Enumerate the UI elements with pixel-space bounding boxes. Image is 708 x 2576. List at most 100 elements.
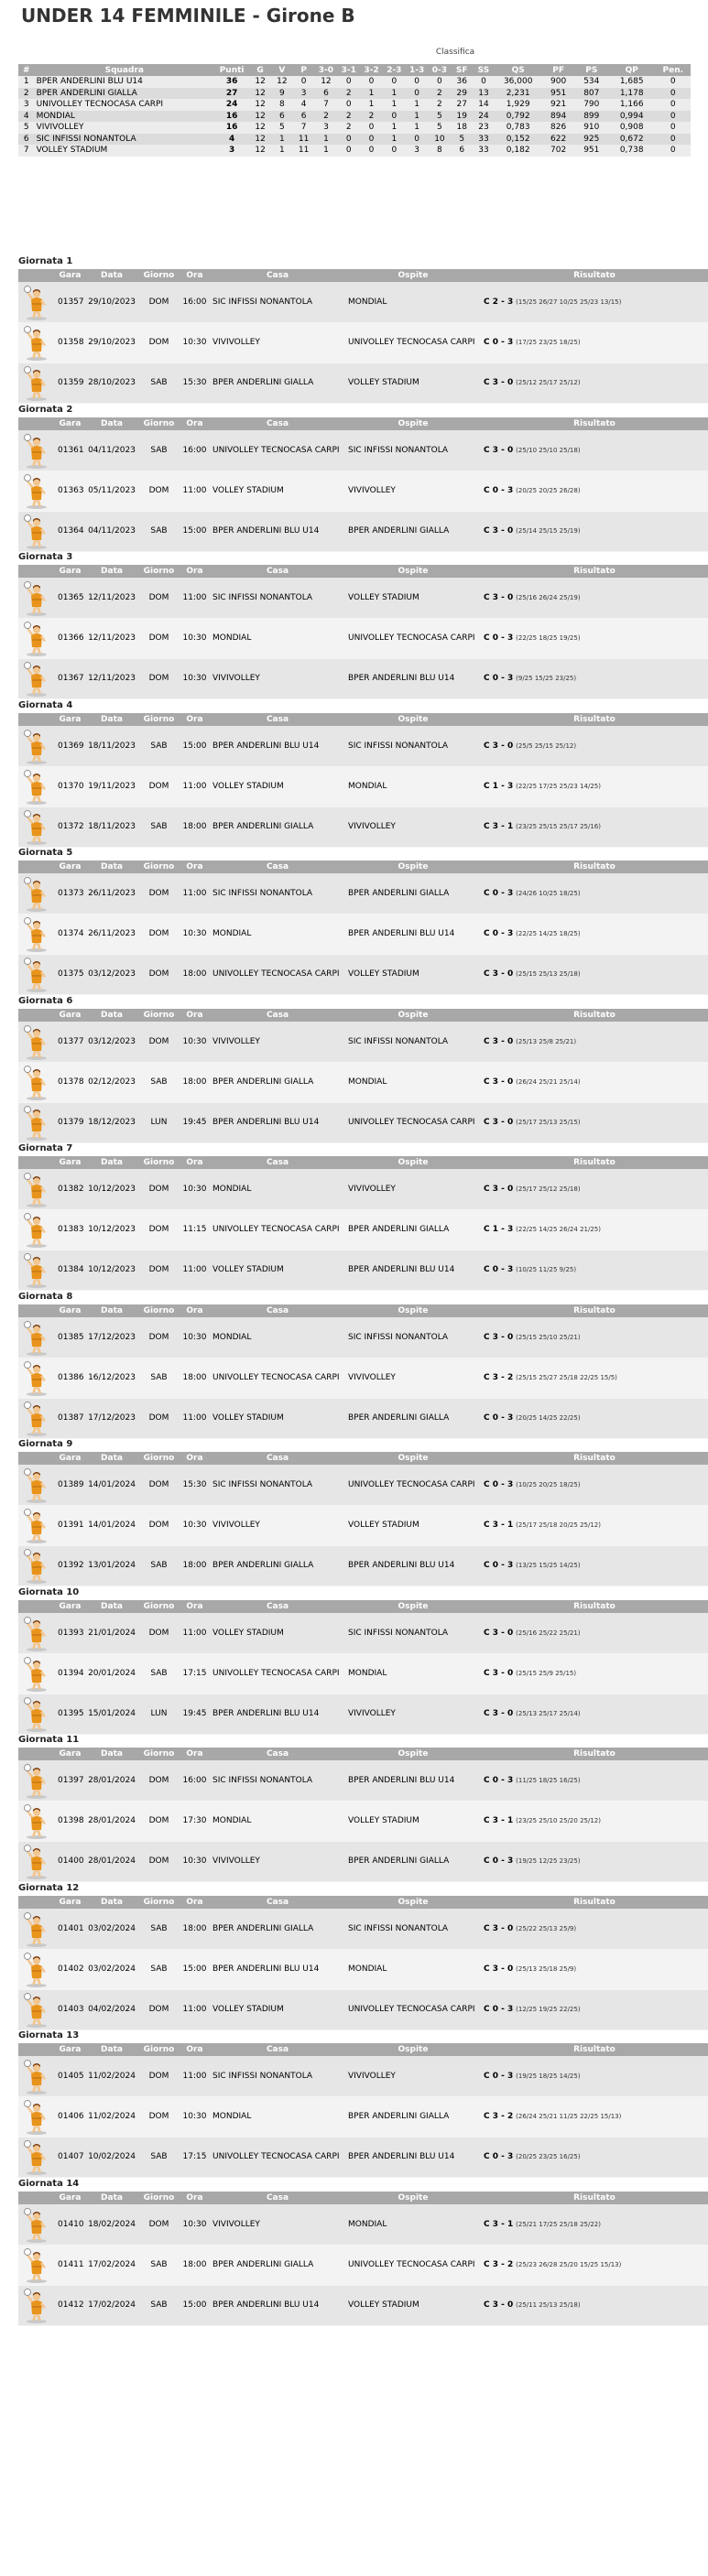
- match-result[interactable]: C 3 - 0 (25/11 25/13 25/18): [481, 2285, 708, 2326]
- match-result[interactable]: C 3 - 0 (25/12 25/17 25/12): [481, 363, 708, 404]
- match-row[interactable]: 01359 28/10/2023 SAB 15:30 BPER ANDERLINI GI…: [18, 363, 708, 404]
- home-team[interactable]: SIC INFISSI NONANTOLA: [210, 282, 345, 323]
- match-result[interactable]: C 0 - 3 (10/25 20/25 18/25): [481, 1465, 708, 1506]
- away-team[interactable]: MONDIAL: [345, 1949, 481, 1990]
- match-result[interactable]: C 0 - 3 (20/25 23/25 16/25): [481, 2137, 708, 2178]
- match-result[interactable]: C 2 - 3 (15/25 26/27 10/25 25/23 13/15): [481, 282, 708, 323]
- home-team[interactable]: SIC INFISSI NONANTOLA: [210, 1760, 345, 1802]
- away-team[interactable]: MONDIAL: [345, 766, 481, 807]
- away-team[interactable]: SIC INFISSI NONANTOLA: [345, 1022, 481, 1063]
- home-team[interactable]: UNIVOLLEY TECNOCASA CARPI: [210, 954, 345, 995]
- match-row[interactable]: 01366 12/11/2023 DOM 10:30 MONDIAL UNIVOLLEY …: [18, 618, 708, 659]
- home-team[interactable]: VOLLEY STADIUM: [210, 471, 345, 512]
- match-result[interactable]: C 3 - 2 (26/24 25/21 11/25 22/25 15/13): [481, 2096, 708, 2138]
- home-team[interactable]: BPER ANDERLINI BLU U14: [210, 1694, 345, 1735]
- home-team[interactable]: VOLLEY STADIUM: [210, 1250, 345, 1291]
- match-result[interactable]: C 3 - 0 (25/14 25/15 25/19): [481, 511, 708, 552]
- match-row[interactable]: 01401 03/02/2024 SAB 18:00 BPER ANDERLINI GI…: [18, 1909, 708, 1950]
- match-result[interactable]: C 0 - 3 (19/25 12/25 23/25): [481, 1841, 708, 1882]
- match-result[interactable]: C 0 - 3 (12/25 19/25 22/25): [481, 1989, 708, 2030]
- match-result[interactable]: C 3 - 0 (25/17 25/12 25/18): [481, 1169, 708, 1210]
- match-result[interactable]: C 3 - 0 (25/15 25/13 25/18): [481, 954, 708, 995]
- home-team[interactable]: SIC INFISSI NONANTOLA: [210, 578, 345, 619]
- home-team[interactable]: BPER ANDERLINI GIALLA: [210, 806, 345, 848]
- match-row[interactable]: 01386 16/12/2023 SAB 18:00 UNIVOLLEY TECNOCA…: [18, 1358, 708, 1399]
- away-team[interactable]: VOLLEY STADIUM: [345, 578, 481, 619]
- home-team[interactable]: VIVIVOLLEY: [210, 1841, 345, 1882]
- team-name[interactable]: SIC INFISSI NONANTOLA: [34, 133, 214, 145]
- match-row[interactable]: 01383 10/12/2023 DOM 11:15 UNIVOLLEY TECNOCA…: [18, 1209, 708, 1250]
- match-row[interactable]: 01392 13/01/2024 SAB 18:00 BPER ANDERLINI GI…: [18, 1545, 708, 1586]
- match-row[interactable]: 01389 14/01/2024 DOM 15:30 SIC INFISSI NONAN…: [18, 1465, 708, 1506]
- away-team[interactable]: BPER ANDERLINI BLU U14: [345, 914, 481, 955]
- match-row[interactable]: 01400 28/01/2024 DOM 10:30 VIVIVOLLEY BPER AN…: [18, 1841, 708, 1882]
- away-team[interactable]: VOLLEY STADIUM: [345, 363, 481, 404]
- home-team[interactable]: VOLLEY STADIUM: [210, 1398, 345, 1439]
- match-row[interactable]: 01410 18/02/2024 DOM 10:30 VIVIVOLLEY MONDIAL…: [18, 2204, 708, 2246]
- match-result[interactable]: C 3 - 1 (25/17 25/18 20/25 25/12): [481, 1505, 708, 1546]
- home-team[interactable]: VOLLEY STADIUM: [210, 1613, 345, 1654]
- away-team[interactable]: UNIVOLLEY TECNOCASA CARPI: [345, 2245, 481, 2286]
- match-row[interactable]: 01373 26/11/2023 DOM 11:00 SIC INFISSI NONAN…: [18, 873, 708, 915]
- team-name[interactable]: BPER ANDERLINI GIALLA: [34, 87, 214, 99]
- away-team[interactable]: VOLLEY STADIUM: [345, 1801, 481, 1842]
- home-team[interactable]: BPER ANDERLINI BLU U14: [210, 1949, 345, 1990]
- home-team[interactable]: BPER ANDERLINI BLU U14: [210, 726, 345, 767]
- match-result[interactable]: C 3 - 0 (25/22 25/13 25/9): [481, 1909, 708, 1950]
- match-result[interactable]: C 0 - 3 (20/25 20/25 26/28): [481, 471, 708, 512]
- match-result[interactable]: C 0 - 3 (10/25 11/25 9/25): [481, 1250, 708, 1291]
- home-team[interactable]: VIVIVOLLEY: [210, 1022, 345, 1063]
- away-team[interactable]: BPER ANDERLINI GIALLA: [345, 511, 481, 552]
- match-row[interactable]: 01412 17/02/2024 SAB 15:00 BPER ANDERLINI BL…: [18, 2285, 708, 2326]
- away-team[interactable]: BPER ANDERLINI GIALLA: [345, 1209, 481, 1250]
- match-row[interactable]: 01369 18/11/2023 SAB 15:00 BPER ANDERLINI BL…: [18, 726, 708, 767]
- match-result[interactable]: C 1 - 3 (22/25 17/25 25/23 14/25): [481, 766, 708, 807]
- home-team[interactable]: UNIVOLLEY TECNOCASA CARPI: [210, 430, 345, 471]
- match-row[interactable]: 01372 18/11/2023 SAB 18:00 BPER ANDERLINI GI…: [18, 806, 708, 848]
- away-team[interactable]: MONDIAL: [345, 282, 481, 323]
- match-row[interactable]: 01402 03/02/2024 SAB 15:00 BPER ANDERLINI BL…: [18, 1949, 708, 1990]
- away-team[interactable]: VOLLEY STADIUM: [345, 1505, 481, 1546]
- away-team[interactable]: BPER ANDERLINI GIALLA: [345, 873, 481, 915]
- away-team[interactable]: VOLLEY STADIUM: [345, 2285, 481, 2326]
- home-team[interactable]: UNIVOLLEY TECNOCASA CARPI: [210, 1653, 345, 1694]
- match-row[interactable]: 01379 18/12/2023 LUN 19:45 BPER ANDERLINI BL…: [18, 1102, 708, 1143]
- match-result[interactable]: C 3 - 0 (25/5 25/15 25/12): [481, 726, 708, 767]
- match-row[interactable]: 01387 17/12/2023 DOM 11:00 VOLLEY STADIUM BPE…: [18, 1398, 708, 1439]
- match-result[interactable]: C 0 - 3 (22/25 14/25 18/25): [481, 914, 708, 955]
- away-team[interactable]: UNIVOLLEY TECNOCASA CARPI: [345, 618, 481, 659]
- team-name[interactable]: MONDIAL: [34, 110, 214, 122]
- home-team[interactable]: UNIVOLLEY TECNOCASA CARPI: [210, 2137, 345, 2178]
- away-team[interactable]: VIVIVOLLEY: [345, 2056, 481, 2097]
- match-result[interactable]: C 3 - 0 (25/16 25/22 25/21): [481, 1613, 708, 1654]
- match-row[interactable]: 01382 10/12/2023 DOM 10:30 MONDIAL VIVIVOLLEY…: [18, 1169, 708, 1210]
- match-row[interactable]: 01385 17/12/2023 DOM 10:30 MONDIAL SIC INFISS…: [18, 1317, 708, 1358]
- home-team[interactable]: VOLLEY STADIUM: [210, 766, 345, 807]
- match-row[interactable]: 01407 10/02/2024 SAB 17:15 UNIVOLLEY TECNOCA…: [18, 2137, 708, 2178]
- match-result[interactable]: C 3 - 0 (25/13 25/18 25/9): [481, 1949, 708, 1990]
- away-team[interactable]: VIVIVOLLEY: [345, 1169, 481, 1210]
- match-row[interactable]: 01364 04/11/2023 SAB 15:00 BPER ANDERLINI BL…: [18, 511, 708, 552]
- away-team[interactable]: UNIVOLLEY TECNOCASA CARPI: [345, 1989, 481, 2030]
- away-team[interactable]: SIC INFISSI NONANTOLA: [345, 1317, 481, 1358]
- match-row[interactable]: 01365 12/11/2023 DOM 11:00 SIC INFISSI NONAN…: [18, 578, 708, 619]
- home-team[interactable]: UNIVOLLEY TECNOCASA CARPI: [210, 1209, 345, 1250]
- home-team[interactable]: BPER ANDERLINI BLU U14: [210, 511, 345, 552]
- home-team[interactable]: MONDIAL: [210, 1317, 345, 1358]
- match-row[interactable]: 01358 29/10/2023 DOM 10:30 VIVIVOLLEY UNIVOLL…: [18, 322, 708, 363]
- match-result[interactable]: C 3 - 0 (25/13 25/8 25/21): [481, 1022, 708, 1063]
- away-team[interactable]: MONDIAL: [345, 2204, 481, 2246]
- away-team[interactable]: BPER ANDERLINI BLU U14: [345, 2137, 481, 2178]
- match-row[interactable]: 01394 20/01/2024 SAB 17:15 UNIVOLLEY TECNOCA…: [18, 1653, 708, 1694]
- match-result[interactable]: C 3 - 1 (23/25 25/15 25/17 25/16): [481, 806, 708, 848]
- match-result[interactable]: C 0 - 3 (11/25 18/25 16/25): [481, 1760, 708, 1802]
- home-team[interactable]: VIVIVOLLEY: [210, 2204, 345, 2246]
- match-result[interactable]: C 3 - 0 (25/15 25/10 25/21): [481, 1317, 708, 1358]
- match-result[interactable]: C 0 - 3 (22/25 18/25 19/25): [481, 618, 708, 659]
- match-row[interactable]: 01375 03/12/2023 DOM 18:00 UNIVOLLEY TECNOCA…: [18, 954, 708, 995]
- away-team[interactable]: SIC INFISSI NONANTOLA: [345, 1909, 481, 1950]
- home-team[interactable]: VIVIVOLLEY: [210, 1505, 345, 1546]
- home-team[interactable]: BPER ANDERLINI GIALLA: [210, 1062, 345, 1103]
- away-team[interactable]: UNIVOLLEY TECNOCASA CARPI: [345, 322, 481, 363]
- home-team[interactable]: SIC INFISSI NONANTOLA: [210, 1465, 345, 1506]
